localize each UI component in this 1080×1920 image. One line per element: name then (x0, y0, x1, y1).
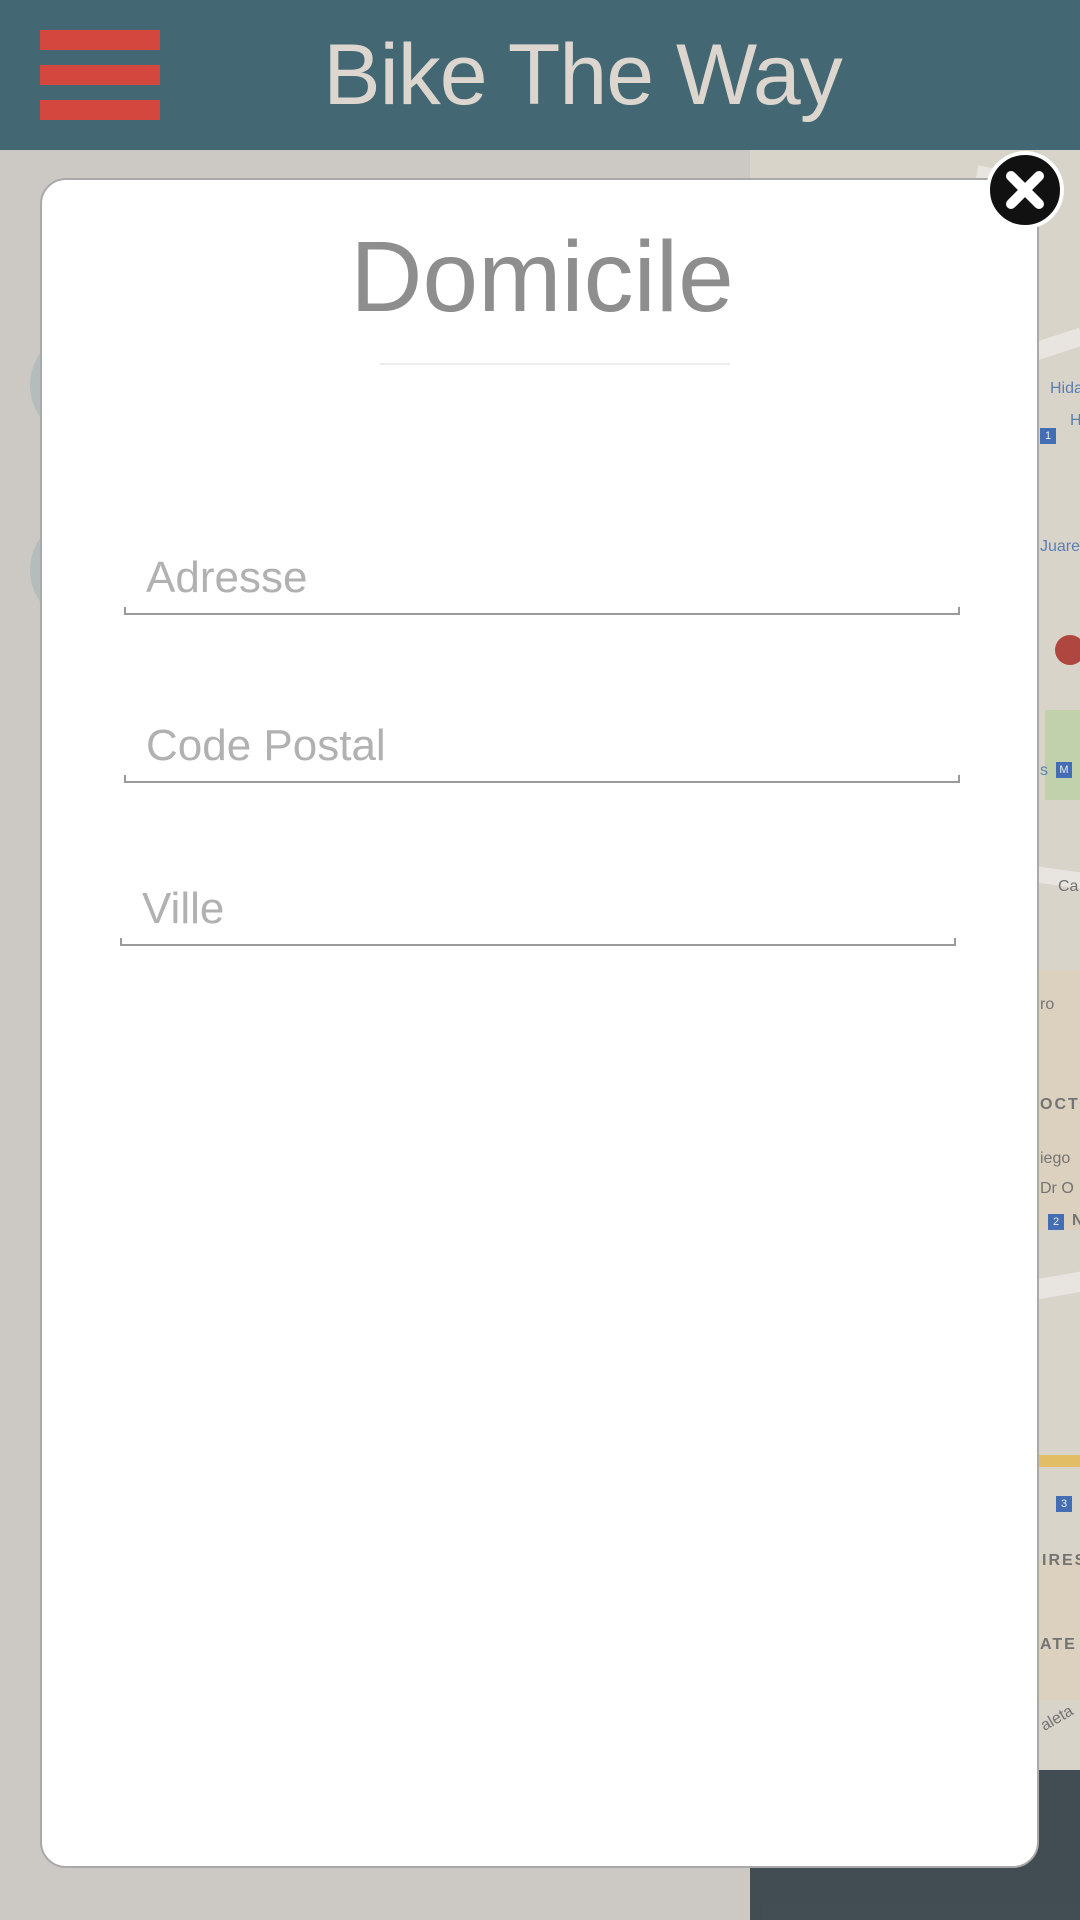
field-underline-tick (954, 938, 956, 946)
address-modal: Domicile (40, 178, 1039, 1868)
postal-code-field (124, 713, 960, 783)
title-divider (380, 363, 730, 365)
modal-title: Domicile (350, 221, 734, 333)
close-icon[interactable] (986, 151, 1064, 229)
app-header: Bike The Way (0, 0, 1080, 150)
field-underline (124, 781, 960, 783)
city-input[interactable] (120, 876, 956, 942)
field-underline-tick (958, 607, 960, 615)
field-underline (124, 613, 960, 615)
field-underline-tick (124, 607, 126, 615)
postal-code-input[interactable] (124, 713, 960, 779)
field-underline-tick (958, 775, 960, 783)
address-input[interactable] (124, 545, 960, 611)
field-underline (120, 944, 956, 946)
field-underline-tick (120, 938, 122, 946)
app-screen: Hida H Juare s Ca ro OCT iego Dr O N IRE… (0, 0, 1080, 1920)
address-field (124, 545, 960, 615)
close-x-glyph (1006, 171, 1044, 209)
app-title: Bike The Way (323, 27, 843, 123)
city-field (120, 876, 956, 946)
field-underline-tick (124, 775, 126, 783)
